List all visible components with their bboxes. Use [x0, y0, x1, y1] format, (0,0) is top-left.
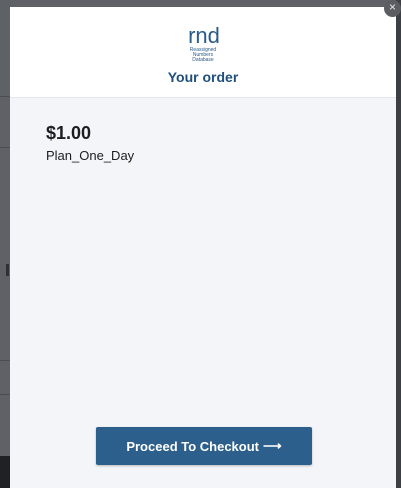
backdrop-divider [0, 147, 10, 148]
checkout-button-label: Proceed To Checkout [126, 438, 260, 454]
backdrop-divider [0, 96, 10, 97]
logo-text: rnd [188, 24, 220, 48]
backdrop-divider [0, 360, 10, 361]
backdrop-scroll-edge [396, 0, 401, 488]
modal-header: rnd Reassigned Numbers Database Your ord… [10, 7, 396, 98]
backdrop-divider [0, 394, 10, 395]
close-icon[interactable]: × [384, 0, 401, 17]
order-price: $1.00 [46, 123, 92, 143]
order-modal: rnd Reassigned Numbers Database Your ord… [10, 7, 396, 488]
logo-tagline-line: Database [192, 57, 214, 63]
rnd-logo-icon: rnd [188, 24, 220, 48]
arrow-right-icon: ⟶ [263, 438, 282, 453]
proceed-to-checkout-button[interactable]: Proceed To Checkout ⟶ [96, 427, 312, 465]
order-plan-name: Plan_One_Day [46, 148, 135, 163]
modal-title: Your order [167, 69, 239, 85]
backdrop-glyph [6, 264, 9, 276]
backdrop-footer [0, 456, 10, 488]
